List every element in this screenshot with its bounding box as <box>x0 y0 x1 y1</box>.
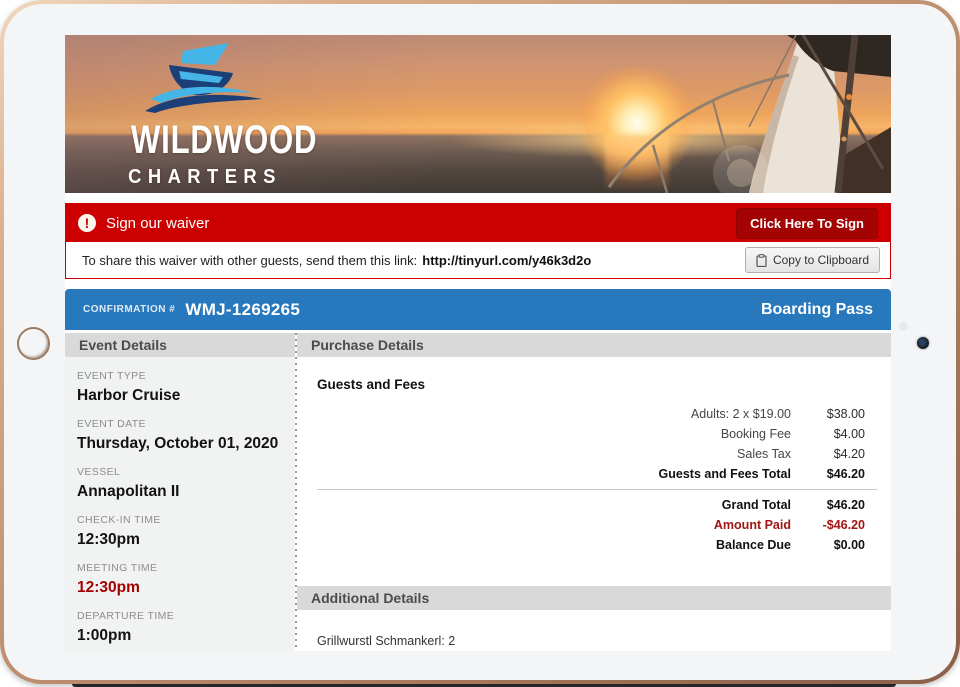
tablet-bezel: WILDWOOD CHARTERS ! Sign our waiver Clic… <box>4 4 956 680</box>
event-field: VESSEL Annapolitan II <box>65 466 295 501</box>
guests-and-fees-heading: Guests and Fees <box>317 377 426 392</box>
clipboard-icon <box>756 253 767 267</box>
copy-to-clipboard-button[interactable]: Copy to Clipboard <box>744 247 880 273</box>
purchase-row-amount: $4.20 <box>833 447 865 461</box>
confirmation-number: WMJ-1269265 <box>185 299 301 319</box>
event-field: EVENT TYPE Harbor Cruise <box>65 370 295 405</box>
waiver-title: Sign our waiver <box>106 214 210 232</box>
event-details-header: Event Details <box>65 333 295 357</box>
details-section: Event Details EVENT TYPE Harbor Cruise EVE… <box>65 333 891 651</box>
purchase-row: Balance Due $0.00 <box>317 535 891 555</box>
event-field-value: 1:00pm <box>77 627 132 644</box>
waiver-share-link[interactable]: http://tinyurl.com/y46k3d2o <box>422 253 591 268</box>
share-instruction-text: To share this waiver with other guests, … <box>82 252 418 268</box>
fee-rows: Adults: 2 x $19.00 $38.00 Booking Fee $4.00… <box>317 404 891 484</box>
confirmation-label: CONFIRMATION # <box>83 304 176 315</box>
event-field-value: 12:30pm <box>77 579 140 596</box>
light-sensor-icon <box>899 322 908 331</box>
purchase-row-label: Booking Fee <box>720 427 791 441</box>
sailboat-photo-overlay <box>607 35 891 193</box>
fees-block: Guests and Fees Adults: 2 x $19.00 $38.00… <box>297 377 891 555</box>
event-field: EVENT DATE Thursday, October 01, 2020 <box>65 418 295 453</box>
purchase-row: Sales Tax $4.20 <box>317 444 891 464</box>
purchase-row-label: Amount Paid <box>713 518 791 532</box>
purchase-row: Amount Paid -$46.20 <box>317 515 891 535</box>
purchase-details-panel: Purchase Details Guests and Fees Adults:… <box>297 333 891 651</box>
event-fields-list: EVENT TYPE Harbor Cruise EVENT DATE Thursda… <box>65 370 295 645</box>
event-field-label: EVENT DATE <box>77 418 146 430</box>
event-field-label: MEETING TIME <box>77 562 158 574</box>
additional-details-text: Grillwurstl Schmankerl: 2 <box>317 634 456 648</box>
screen: WILDWOOD CHARTERS ! Sign our waiver Clic… <box>65 35 891 651</box>
totals-divider <box>317 489 877 490</box>
purchase-row-label: Grand Total <box>721 498 791 512</box>
purchase-row: Grand Total $46.20 <box>317 495 891 515</box>
purchase-row: Adults: 2 x $19.00 $38.00 <box>317 404 891 424</box>
event-details-panel: Event Details EVENT TYPE Harbor Cruise EVE… <box>65 333 295 651</box>
event-field-value: Harbor Cruise <box>77 387 181 404</box>
waiver-share-bar: To share this waiver with other guests, … <box>66 242 890 278</box>
waiver-card: ! Sign our waiver Click Here To Sign To … <box>65 203 891 279</box>
event-field-label: CHECK-IN TIME <box>77 514 161 526</box>
purchase-row-amount: $4.00 <box>833 427 865 441</box>
sign-waiver-button[interactable]: Click Here To Sign <box>736 207 878 239</box>
event-field: CHECK-IN TIME 12:30pm <box>65 514 295 549</box>
tablet-frame: WILDWOOD CHARTERS ! Sign our waiver Clic… <box>0 0 960 684</box>
wildwood-charters-logo: WILDWOOD CHARTERS <box>110 41 318 189</box>
purchase-row: Guests and Fees Total $46.20 <box>317 464 891 484</box>
purchase-row-amount: -$46.20 <box>822 518 865 532</box>
purchase-row-amount: $0.00 <box>833 538 865 552</box>
event-field-value: Thursday, October 01, 2020 <box>77 435 279 452</box>
boat-logo-icon <box>145 43 263 113</box>
waiver-alert-bar: ! Sign our waiver Click Here To Sign <box>66 204 890 242</box>
purchase-row-label: Adults: 2 x $19.00 <box>690 407 791 421</box>
additional-details-header: Additional Details <box>297 586 891 610</box>
summary-rows: Grand Total $46.20 Amount Paid -$46.20 Balan… <box>317 495 891 555</box>
purchase-row-label: Balance Due <box>715 538 791 552</box>
purchase-row-amount: $46.20 <box>826 467 865 481</box>
purchase-row-amount: $46.20 <box>826 498 865 512</box>
boarding-pass-label: Boarding Pass <box>760 300 873 318</box>
purchase-details-header: Purchase Details <box>297 333 891 357</box>
copy-button-label: Copy to Clipboard <box>772 253 869 267</box>
event-field-label: DEPARTURE TIME <box>77 610 175 622</box>
event-field-label: EVENT TYPE <box>77 370 146 382</box>
purchase-row-label: Sales Tax <box>737 447 791 461</box>
event-field: DEPARTURE TIME 1:00pm <box>65 610 295 645</box>
logo-text-charters: CHARTERS <box>128 166 282 188</box>
hero-banner: WILDWOOD CHARTERS <box>65 35 891 193</box>
purchase-row: Booking Fee $4.00 <box>317 424 891 444</box>
home-button-ring[interactable] <box>17 327 50 360</box>
purchase-row-label: Guests and Fees Total <box>658 467 791 481</box>
camera-icon <box>917 337 929 349</box>
alert-icon: ! <box>78 214 96 232</box>
event-field: MEETING TIME 12:30pm <box>65 562 295 597</box>
purchase-row-amount: $38.00 <box>826 407 865 421</box>
page: WILDWOOD CHARTERS ! Sign our waiver Clic… <box>0 0 960 687</box>
confirmation-bar: CONFIRMATION # WMJ-1269265 Boarding Pass <box>65 289 891 330</box>
logo-text-wildwood: WILDWOOD <box>130 118 318 162</box>
event-field-value: Annapolitan II <box>77 483 180 500</box>
event-field-value: 12:30pm <box>77 531 140 548</box>
event-field-label: VESSEL <box>77 466 121 478</box>
